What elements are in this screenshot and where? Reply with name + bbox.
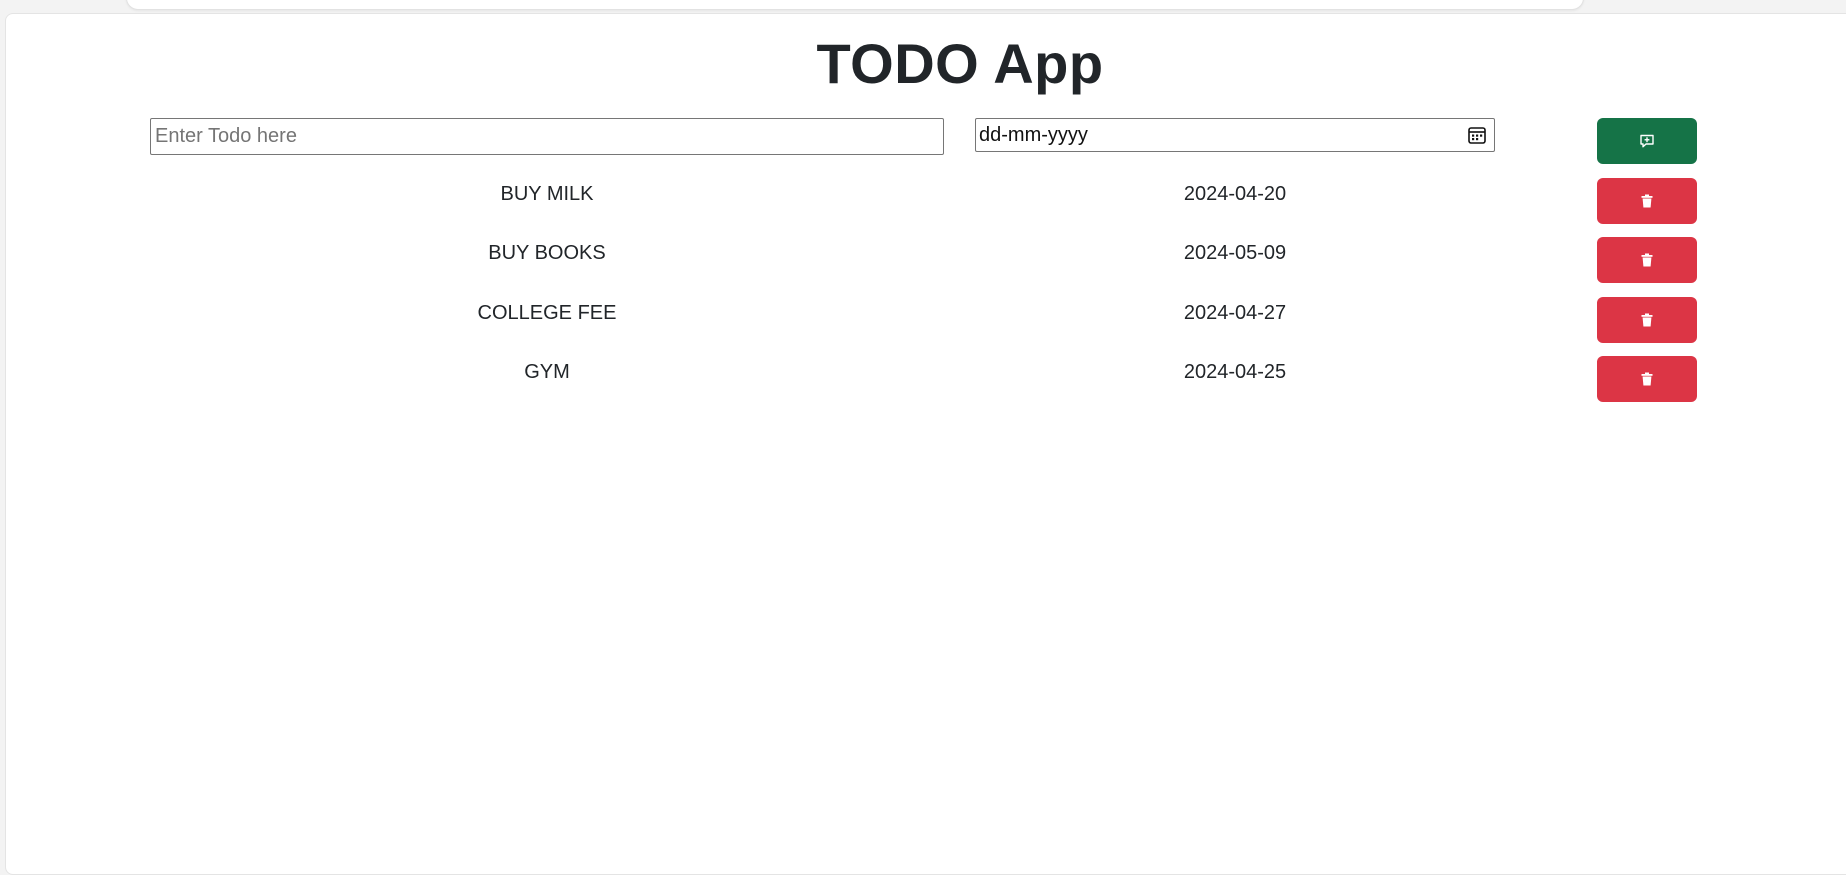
add-todo-button[interactable] — [1597, 118, 1697, 164]
todo-item-name: COLLEGE FEE — [477, 302, 617, 324]
todo-item-name: BUY BOOKS — [488, 242, 606, 264]
trash-icon — [1641, 313, 1653, 327]
todo-item-date: 2024-04-20 — [1183, 183, 1287, 205]
calendar-icon[interactable] — [1467, 125, 1487, 145]
trash-icon — [1641, 253, 1653, 267]
date-placeholder: dd-mm-yyyy — [979, 124, 1088, 146]
trash-icon — [1641, 194, 1653, 208]
todo-item-name: BUY MILK — [500, 183, 594, 205]
delete-todo-button[interactable] — [1597, 237, 1697, 283]
trash-icon — [1641, 372, 1653, 386]
todo-item-date: 2024-05-09 — [1183, 242, 1287, 264]
todo-item-date: 2024-04-25 — [1183, 361, 1287, 383]
delete-todo-button[interactable] — [1597, 297, 1697, 343]
page-title: TODO App — [816, 32, 1104, 95]
todo-item-name: GYM — [524, 361, 570, 383]
delete-todo-button[interactable] — [1597, 356, 1697, 402]
add-comment-icon — [1640, 134, 1654, 148]
date-input[interactable]: dd-mm-yyyy — [975, 118, 1495, 152]
todo-input[interactable] — [150, 118, 944, 155]
browser-top-bar — [126, 0, 1584, 10]
delete-todo-button[interactable] — [1597, 178, 1697, 224]
todo-item-date: 2024-04-27 — [1183, 302, 1287, 324]
